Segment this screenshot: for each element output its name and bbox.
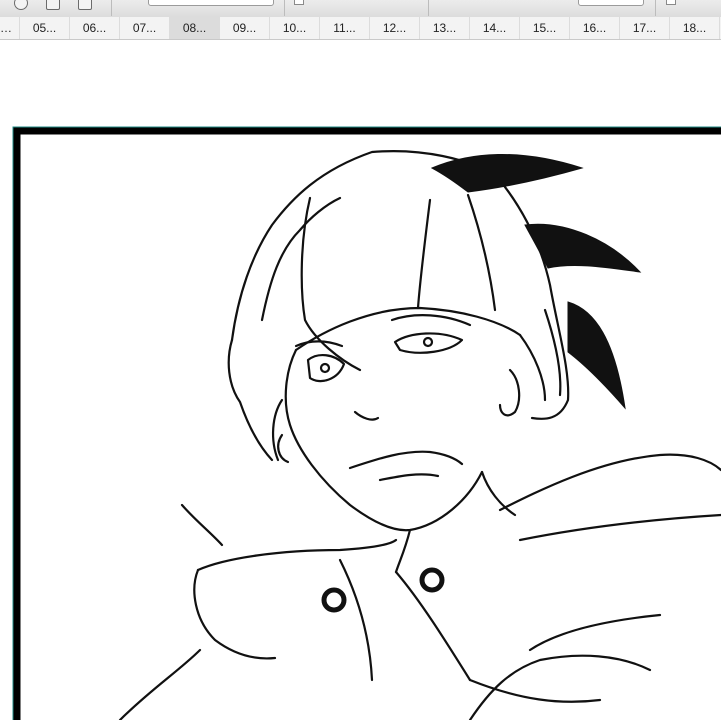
neck <box>394 528 412 574</box>
eye-right <box>393 332 464 354</box>
panel-frame <box>13 127 721 720</box>
toolbar <box>0 0 721 18</box>
pupil-left <box>319 362 331 374</box>
shoulder-right-2 <box>518 513 721 542</box>
rotate-icon[interactable] <box>14 0 28 10</box>
toolbar-checkbox[interactable] <box>294 0 304 5</box>
brow-right <box>390 314 472 327</box>
spike-middle <box>524 223 642 273</box>
mouth-lower <box>378 473 440 482</box>
page-tab[interactable]: 10... <box>270 17 320 39</box>
toolbar-separator <box>428 0 429 16</box>
drawing-canvas[interactable] <box>0 40 721 720</box>
neck-line <box>480 470 517 517</box>
page-tab[interactable]: 12... <box>370 17 420 39</box>
toolbar-dropdown[interactable] <box>148 0 274 6</box>
nose <box>353 410 380 421</box>
page-tab[interactable]: 05... <box>20 17 70 39</box>
grommet-right <box>419 567 445 593</box>
panel-frame-accent <box>12 126 721 720</box>
lineart-drawing <box>12 126 721 720</box>
spike-lower <box>567 301 626 410</box>
collar-spike <box>180 503 224 547</box>
coat-body <box>338 558 374 682</box>
toolbar-dropdown-small[interactable] <box>578 0 644 6</box>
ear-right <box>498 368 521 417</box>
page-tab[interactable]: … <box>0 17 20 39</box>
helmet-lower-left <box>227 338 274 462</box>
shoulder-right <box>498 453 721 512</box>
helmet-line-right <box>466 193 497 312</box>
coat-edge <box>468 678 602 703</box>
helmet-outline <box>230 150 570 420</box>
toolbar-separator <box>111 0 112 16</box>
page-tab[interactable]: 13... <box>420 17 470 39</box>
collar-wrap <box>193 568 277 660</box>
toolbar-separator <box>655 0 656 16</box>
grommet-left <box>321 587 347 613</box>
page-tab[interactable]: 14... <box>470 17 520 39</box>
grid-icon[interactable] <box>78 0 92 10</box>
eye-left <box>306 354 346 383</box>
page-tab[interactable]: 16... <box>570 17 620 39</box>
face-left-cheek <box>271 398 284 462</box>
face-outline <box>284 348 484 532</box>
toolbar-checkbox-right[interactable] <box>666 0 676 5</box>
page-tab[interactable]: 09... <box>220 17 270 39</box>
helmet-side-right <box>518 333 547 402</box>
mouth <box>348 450 464 470</box>
page-tab[interactable]: 11... <box>320 17 370 39</box>
hand <box>468 654 652 720</box>
spike-top <box>430 153 584 193</box>
page-tab-active[interactable]: 08... <box>170 17 220 39</box>
document-icon[interactable] <box>46 0 60 10</box>
collar-left <box>196 538 398 572</box>
page-tab[interactable]: 15... <box>520 17 570 39</box>
toolbar-separator <box>284 0 285 16</box>
helmet-rim <box>294 306 522 352</box>
helmet-crest <box>300 196 362 372</box>
helmet-line-mid <box>416 198 432 310</box>
page-tab[interactable]: 18... <box>670 17 720 39</box>
ear-left <box>277 433 290 464</box>
page-tab-strip: … 05... 06... 07... 08... 09... 10... 11… <box>0 17 721 40</box>
pupil-right <box>422 336 434 348</box>
page-tab[interactable]: 07... <box>120 17 170 39</box>
drawing-app-window: … 05... 06... 07... 08... 09... 10... 11… <box>0 0 721 720</box>
page-tab[interactable]: 06... <box>70 17 120 39</box>
arm-right <box>528 613 662 652</box>
page-tab[interactable]: 17... <box>620 17 670 39</box>
sleeve-left <box>118 648 202 720</box>
